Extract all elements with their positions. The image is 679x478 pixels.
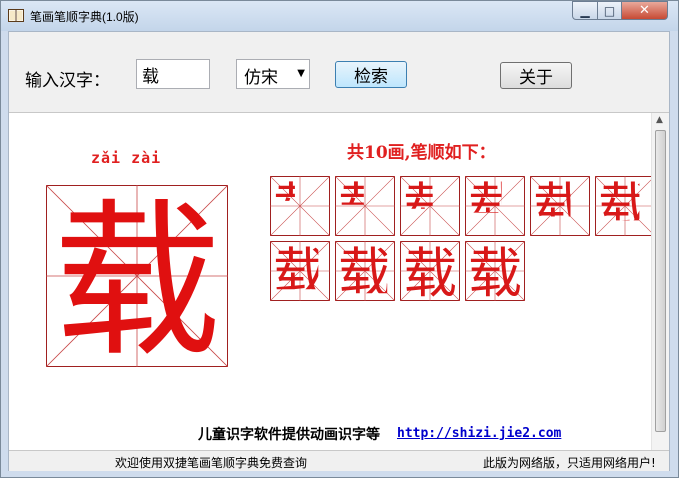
search-button[interactable]: 检索 (335, 61, 407, 88)
stroke-cell: 载 (400, 176, 460, 236)
minimize-button[interactable]: ▁ (572, 1, 598, 20)
pinyin-label: zǎi zài (91, 149, 162, 167)
char-input[interactable]: 载 (136, 59, 210, 89)
big-character-grid: 载 (46, 185, 228, 367)
stroke-cell: 载 (595, 176, 655, 236)
stroke-cell: 载 (335, 176, 395, 236)
title-bar[interactable]: 笔画笔顺字典(1.0版) ▁ □ ✕ (1, 1, 678, 31)
app-window: 笔画笔顺字典(1.0版) ▁ □ ✕ 输入汉字： 载 仿宋 ▼ 检索 关于 zǎ… (0, 0, 679, 478)
dropdown-arrow-icon: ▼ (297, 68, 305, 79)
maximize-icon: □ (603, 3, 616, 18)
stroke-cell: 载 (465, 176, 525, 236)
scroll-thumb[interactable] (655, 130, 666, 432)
stroke-cell: 载 (530, 176, 590, 236)
stroke-cell: 载 (270, 241, 330, 301)
big-character: 载 (53, 185, 221, 367)
stroke-cell-char: 载 (338, 242, 392, 301)
close-button[interactable]: ✕ (621, 1, 668, 20)
input-label: 输入汉字： (25, 71, 110, 91)
promo-link[interactable]: http://shizi.jie2.com (397, 426, 561, 441)
maximize-button[interactable]: □ (597, 1, 622, 20)
stroke-cell-char: 载 (403, 242, 457, 301)
font-select[interactable]: 仿宋 ▼ (236, 59, 310, 89)
promo-text: 儿童识字软件提供动画识字等 (198, 427, 380, 443)
about-button[interactable]: 关于 (500, 62, 572, 89)
stroke-cell: 载 (335, 241, 395, 301)
scroll-up-icon[interactable]: ▲ (656, 115, 663, 125)
font-select-value: 仿宋 (244, 68, 278, 88)
stroke-cell: 载 (465, 241, 525, 301)
result-panel: zǎi zài 共10画,笔顺如下： 载 载载载载载载载载载载 儿童识字软件提供… (9, 113, 669, 450)
stroke-heading: 共10画,笔顺如下： (347, 143, 496, 163)
window-title: 笔画笔顺字典(1.0版) (30, 10, 139, 24)
close-icon: ✕ (639, 3, 650, 18)
vertical-scrollbar[interactable]: ▲ (651, 113, 669, 450)
stroke-cell-char: 载 (468, 242, 522, 301)
status-bar: 欢迎使用双捷笔画笔顺字典免费查询 此版为网络版，只适用网络用户! (9, 450, 669, 471)
status-left: 欢迎使用双捷笔画笔顺字典免费查询 (115, 456, 308, 470)
stroke-cell: 载 (270, 176, 330, 236)
minimize-icon: ▁ (580, 3, 590, 18)
stroke-cell: 载 (400, 241, 460, 301)
status-right: 此版为网络版，只适用网络用户! (483, 456, 656, 470)
book-icon (8, 9, 24, 22)
client-area: 输入汉字： 载 仿宋 ▼ 检索 关于 zǎi zài 共10画,笔顺如下： 载 … (8, 31, 670, 471)
search-panel: 输入汉字： 载 仿宋 ▼ 检索 关于 (9, 32, 669, 113)
